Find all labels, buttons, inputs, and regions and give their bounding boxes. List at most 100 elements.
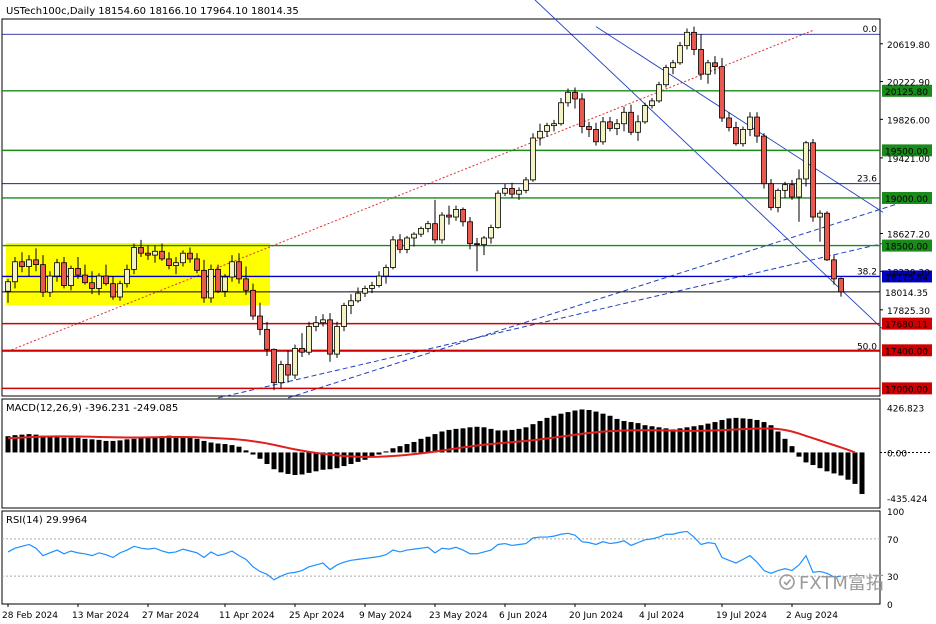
macd-histogram-bar [103,440,109,453]
candle-bear [698,49,704,75]
candle-bull [817,212,823,218]
macd-histogram-bar [348,452,354,464]
candle-bear [761,135,767,185]
macd-histogram-bar [243,450,249,453]
macd-histogram-bar [82,438,88,453]
candle-bull [341,305,347,327]
price-tag-label: 17000.00 [885,385,928,395]
price-tick-label: 19826.00 [887,116,930,126]
macd-histogram-bar [138,438,144,453]
x-tick-label: 19 Jul 2024 [716,611,767,621]
macd-histogram-bar [40,435,46,453]
price-tick-label: 18229.30 [887,268,930,278]
rsi-panel [1,510,881,605]
candle-bull [425,223,431,229]
candle-bear [789,184,795,198]
fib-label-23-6: 23.6 [857,175,877,185]
candle-bear [509,188,515,195]
macd-histogram-bar [733,417,739,453]
candle-bull [544,125,550,132]
macd-histogram-bar [278,452,284,473]
macd-histogram-bar [712,422,718,453]
svg-text:FXTM富拓: FXTM富拓 [799,573,884,594]
candle-bull [362,288,368,294]
macd-histogram-bar [614,418,620,453]
macd-histogram-bar [131,438,137,453]
candle-bull [495,192,501,228]
macd-histogram-bar [628,422,634,453]
candle-bear [159,250,165,260]
macd-tick-label: 0.00 [887,449,907,459]
price-tag-label: 20125.80 [885,88,928,98]
candle-bull [621,111,627,125]
macd-histogram-bar [418,438,424,453]
candle-bull [670,62,676,68]
candle-bull [537,130,543,139]
macd-histogram-bar [215,443,221,453]
candle-bear [474,243,480,246]
macd-histogram-bar [68,437,74,453]
price-tag-label: 19000.00 [885,195,928,205]
x-tick-label: 28 Feb 2024 [2,611,58,621]
candle-bull [376,275,382,286]
macd-histogram-bar [145,437,151,453]
price-axis: 20125.8019500.0019000.0018500.0018175.84… [2,41,932,621]
candle-bear [166,258,172,266]
macd-title: MACD(12,26,9) -396.231 -249.085 [6,403,178,414]
x-tick-label: 23 May 2024 [429,611,488,621]
candle-bear [726,117,732,128]
price-tick-label: 19421.00 [887,155,930,165]
macd-histogram-bar [54,437,60,453]
candle-bull [117,283,123,298]
candle-bull [306,326,312,353]
candle-bear [201,269,207,299]
candle-bull [782,184,788,191]
x-tick-label: 11 Apr 2024 [219,611,275,621]
candle-bear [61,262,67,286]
macd-histogram-bar [166,435,172,453]
macd-histogram-bar [397,446,403,453]
candle-bear [460,209,466,223]
candle-bull [222,276,228,292]
macd-histogram-bar [579,409,585,453]
candle-bear [593,129,599,143]
macd-histogram-bar [789,446,795,453]
candle-bull [677,45,683,64]
macd-histogram-bar [621,421,627,453]
candle-bull [439,214,445,241]
candle-bear [432,223,438,241]
candle-bull [68,268,74,286]
macd-histogram-bar [495,430,501,453]
candle-bear [33,259,39,266]
candle-bear [397,239,403,250]
candle-bull [600,121,606,143]
macd-histogram-bar [110,440,116,453]
macd-histogram-bar [670,429,676,453]
macd-histogram-bar [425,436,431,453]
macd-histogram-bar [838,452,844,476]
candle-bull [12,261,18,283]
macd-histogram-bar [796,452,802,457]
macd-histogram-bar [194,438,200,453]
x-tick-label: 4 Jul 2024 [639,611,684,621]
macd-histogram-bar [187,437,193,453]
macd-tick-label: 426.823 [887,405,924,415]
candle-bull [404,237,410,250]
macd-histogram-bar [250,452,256,455]
rsi-title: RSI(14) 29.9964 [6,515,87,526]
candle-bull [775,189,781,208]
trendline-lower-dashed-1 [287,201,905,399]
candle-bull [747,116,753,130]
candle-bull [383,267,389,277]
candle-bull [229,261,235,278]
candle-bear [75,268,81,276]
macd-histogram-bar [159,436,165,453]
macd-histogram-bar [306,452,312,473]
candle-bear [236,261,242,280]
candle-bull [453,209,459,218]
macd-histogram-bar [845,452,851,480]
candle-bull [558,102,564,125]
candle-bear [467,221,473,245]
macd-histogram-bar [747,418,753,453]
macd-histogram-bar [404,444,410,453]
